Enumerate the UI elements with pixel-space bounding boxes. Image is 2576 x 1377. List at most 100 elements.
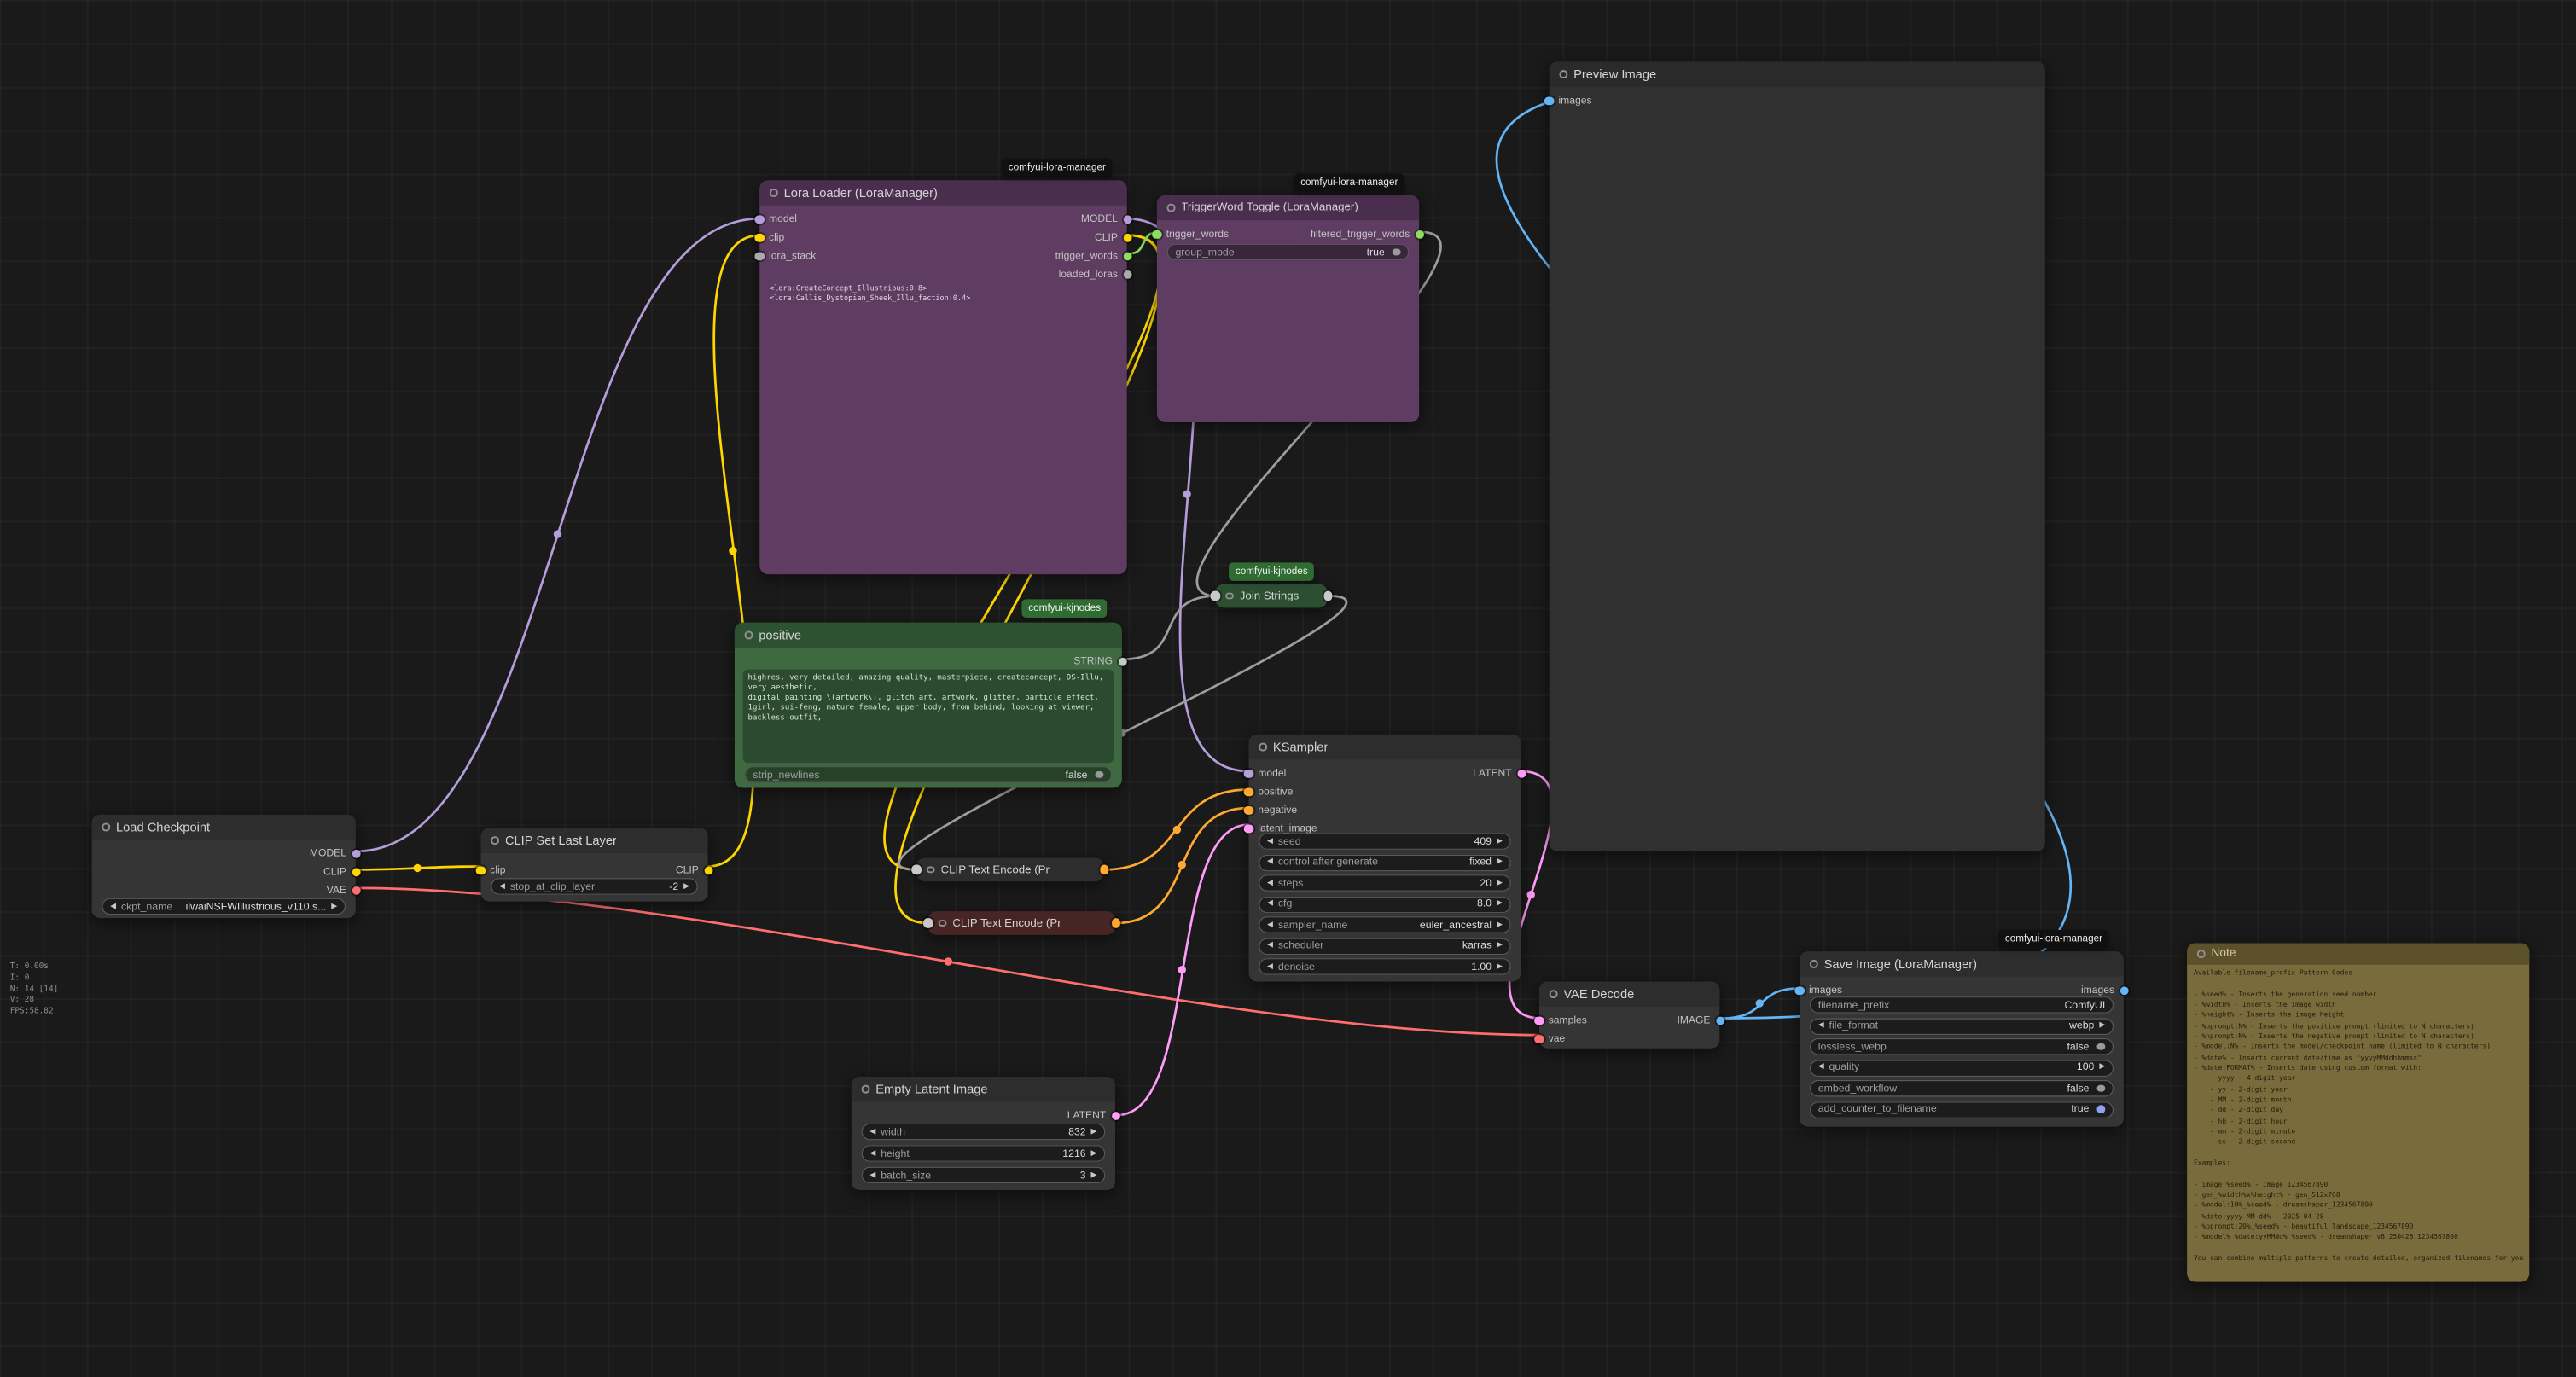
increment-arrow-icon[interactable]: ▶ — [1497, 838, 1503, 845]
decrement-arrow-icon[interactable]: ◀ — [499, 882, 505, 890]
toggle-dot-icon[interactable] — [2097, 1043, 2105, 1050]
prompt-textarea[interactable]: highres, very detailed, amazing quality,… — [743, 670, 1114, 764]
string-input-port-dot[interactable] — [1211, 591, 1220, 601]
decrement-arrow-icon[interactable]: ◀ — [869, 1150, 875, 1158]
clip-port-dot[interactable] — [476, 866, 486, 875]
node-header[interactable]: Load Checkpoint — [92, 815, 356, 840]
latent-port-dot[interactable] — [1111, 1112, 1120, 1121]
clip-port-dot[interactable] — [352, 868, 361, 877]
node-ksampler[interactable]: KSampler model positive negative latent_… — [1249, 735, 1521, 982]
input-port-trigger-words[interactable]: trigger_words — [1152, 225, 1229, 244]
image-port-dot[interactable] — [1544, 96, 1554, 106]
widget-filename-prefix[interactable]: filename_prefix ComfyUI — [1810, 996, 2114, 1014]
node-header[interactable]: CLIP Set Last Layer — [481, 828, 708, 852]
node-load-checkpoint[interactable]: Load Checkpoint MODEL CLIP VAE ◀ ckpt_na… — [92, 815, 356, 918]
decrement-arrow-icon[interactable]: ◀ — [1818, 1022, 1824, 1030]
collapse-dot-icon[interactable] — [1550, 991, 1557, 998]
widget-steps[interactable]: ◀ steps 20 ▶ — [1259, 874, 1510, 892]
increment-arrow-icon[interactable]: ▶ — [2099, 1064, 2105, 1072]
collapse-dot-icon[interactable] — [1810, 961, 1817, 968]
node-join-strings[interactable]: Join Strings — [1215, 584, 1327, 607]
node-vae-decode[interactable]: VAE Decode samples vae IMAGE — [1539, 981, 1719, 1048]
widget-quality[interactable]: ◀ quality 100 ▶ — [1810, 1059, 2114, 1076]
increment-arrow-icon[interactable]: ▶ — [1091, 1128, 1097, 1136]
decrement-arrow-icon[interactable]: ◀ — [869, 1128, 875, 1136]
input-port-samples[interactable]: samples — [1534, 1012, 1587, 1031]
decrement-arrow-icon[interactable]: ◀ — [1267, 880, 1273, 887]
widget-sampler-name[interactable]: ◀ sampler_name euler_ancestral ▶ — [1259, 916, 1510, 933]
input-port-negative[interactable]: negative — [1244, 801, 1297, 820]
collapse-dot-icon[interactable] — [2197, 950, 2205, 958]
decrement-arrow-icon[interactable]: ◀ — [1267, 962, 1273, 970]
decrement-arrow-icon[interactable]: ◀ — [1818, 1064, 1824, 1072]
model-port-dot[interactable] — [352, 849, 361, 858]
increment-arrow-icon[interactable]: ▶ — [331, 903, 337, 910]
decrement-arrow-icon[interactable]: ◀ — [1267, 838, 1273, 845]
vae-port-dot[interactable] — [352, 886, 361, 895]
increment-arrow-icon[interactable]: ▶ — [1497, 858, 1503, 866]
increment-arrow-icon[interactable]: ▶ — [1091, 1150, 1097, 1158]
output-port-string[interactable]: STRING — [1073, 653, 1126, 671]
toggle-dot-icon[interactable] — [2097, 1106, 2105, 1113]
node-positive-prompt[interactable]: positive STRING highres, very detailed, … — [735, 623, 1122, 788]
input-port-positive[interactable]: positive — [1244, 783, 1294, 802]
conditioning-output-port-dot[interactable] — [1099, 865, 1108, 874]
output-port-image[interactable]: IMAGE — [1677, 1012, 1724, 1031]
input-port-clip[interactable]: clip — [754, 229, 784, 247]
latent-port-dot[interactable] — [1244, 824, 1253, 834]
collapse-dot-icon[interactable] — [1167, 204, 1175, 212]
output-port-filtered-trigger-words[interactable]: filtered_trigger_words — [1311, 225, 1424, 244]
widget-denoise[interactable]: ◀ denoise 1.00 ▶ — [1259, 958, 1510, 975]
widget-batch-size[interactable]: ◀ batch_size 3 ▶ — [862, 1167, 1106, 1184]
output-port-clip[interactable]: CLIP — [1095, 229, 1132, 247]
node-header[interactable]: Join Strings — [1215, 584, 1327, 607]
node-graph-canvas[interactable]: comfyui-lora-manager comfyui-lora-manage… — [0, 0, 2576, 1377]
node-save-image[interactable]: Save Image (LoraManager) images images f… — [1800, 951, 2124, 1126]
widget-ckpt-name[interactable]: ◀ ckpt_name ilwaiNSFWIllustrious_v110.s.… — [102, 898, 346, 915]
clip-port-dot[interactable] — [754, 233, 764, 242]
node-note[interactable]: Note Available filename_prefix Pattern C… — [2187, 943, 2529, 1281]
lora-stack-port-dot[interactable] — [754, 252, 764, 261]
collapse-dot-icon[interactable] — [745, 631, 753, 639]
input-port-vae[interactable]: vae — [1534, 1030, 1565, 1049]
input-port-model[interactable]: model — [754, 211, 797, 230]
widget-width[interactable]: ◀ width 832 ▶ — [862, 1124, 1106, 1141]
note-textarea[interactable]: Available filename_prefix Pattern Codes … — [2194, 968, 2526, 1264]
widget-stop-at-clip-layer[interactable]: ◀ stop_at_clip_layer -2 ▶ — [491, 878, 698, 895]
node-empty-latent-image[interactable]: Empty Latent Image LATENT ◀ width 832 ▶ … — [852, 1077, 1115, 1190]
lora-syntax-text[interactable]: <lora:CreateConcept_Illustrious:0.8> <lo… — [770, 286, 1120, 305]
increment-arrow-icon[interactable]: ▶ — [1497, 880, 1503, 887]
conditioning-port-dot[interactable] — [1244, 806, 1253, 816]
conditioning-port-dot[interactable] — [1244, 787, 1253, 797]
trigger-words-port-dot[interactable] — [1152, 230, 1161, 240]
node-header[interactable]: positive — [735, 623, 1122, 648]
decrement-arrow-icon[interactable]: ◀ — [869, 1171, 875, 1179]
decrement-arrow-icon[interactable]: ◀ — [110, 903, 116, 910]
widget-strip-newlines[interactable]: strip_newlines false — [745, 766, 1112, 783]
string-port-dot[interactable] — [1118, 657, 1127, 666]
model-port-dot[interactable] — [1244, 770, 1253, 779]
node-lora-loader[interactable]: Lora Loader (LoraManager) model clip lor… — [759, 180, 1126, 574]
input-port-dot[interactable] — [911, 865, 921, 874]
node-header[interactable]: Note — [2187, 943, 2529, 964]
widget-scheduler[interactable]: ◀ scheduler karras ▶ — [1259, 938, 1510, 955]
string-output-port-dot[interactable] — [1323, 591, 1333, 601]
widget-add-counter-to-filename[interactable]: add_counter_to_filename true — [1810, 1101, 2114, 1118]
vae-port-dot[interactable] — [1534, 1035, 1544, 1044]
output-port-trigger-words[interactable]: trigger_words — [1055, 247, 1132, 266]
node-header[interactable]: TriggerWord Toggle (LoraManager) — [1157, 195, 1419, 220]
increment-arrow-icon[interactable]: ▶ — [1497, 900, 1503, 908]
trigger-words-port-dot[interactable] — [1415, 230, 1424, 240]
input-port-model[interactable]: model — [1244, 764, 1287, 783]
output-port-latent[interactable]: LATENT — [1473, 764, 1526, 783]
output-port-clip[interactable]: CLIP — [676, 862, 713, 880]
clip-port-dot[interactable] — [1123, 233, 1132, 242]
increment-arrow-icon[interactable]: ▶ — [1497, 942, 1503, 950]
image-port-dot[interactable] — [1715, 1016, 1724, 1025]
increment-arrow-icon[interactable]: ▶ — [1091, 1171, 1097, 1179]
node-header[interactable]: Empty Latent Image — [852, 1077, 1115, 1101]
node-header[interactable]: Preview Image — [1550, 61, 2045, 86]
node-header[interactable]: Lora Loader (LoraManager) — [759, 180, 1126, 205]
image-port-dot[interactable] — [2120, 986, 2129, 996]
input-port-images[interactable]: images — [1544, 92, 1592, 111]
